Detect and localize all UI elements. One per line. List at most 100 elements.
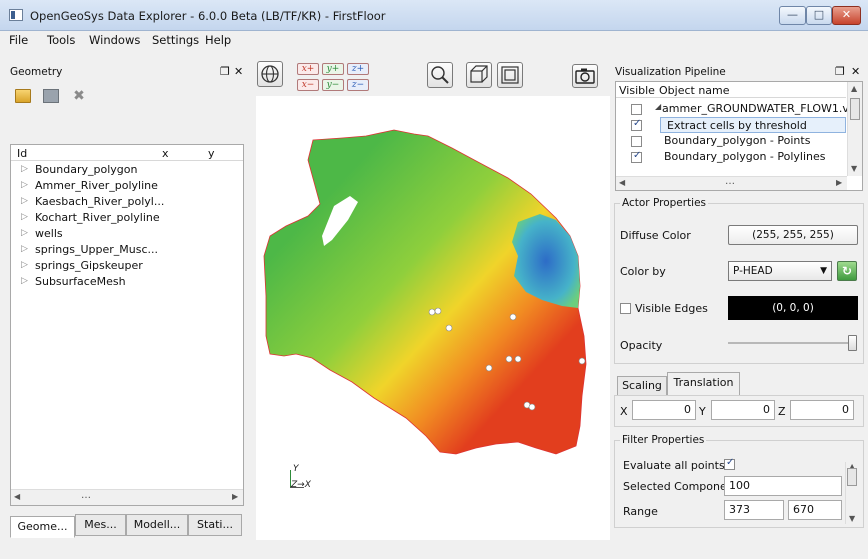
expand-arrow-icon[interactable]: ▷ xyxy=(21,180,28,190)
translate-y-field[interactable]: 0 xyxy=(711,400,775,420)
chevron-down-icon: ▼ xyxy=(820,266,827,276)
diffuse-color-button[interactable]: (255, 255, 255) xyxy=(728,225,858,245)
view-y-minus-button[interactable]: y− xyxy=(322,79,344,91)
menu-windows[interactable]: Windows xyxy=(89,33,140,47)
scroll-down-icon[interactable]: ▼ xyxy=(849,514,855,523)
horizontal-scrollbar[interactable]: ◀ … ▶ xyxy=(616,176,847,190)
app-icon xyxy=(9,9,23,21)
close-panel-icon[interactable]: ✕ xyxy=(851,65,860,78)
scroll-grip-icon[interactable]: … xyxy=(81,490,91,501)
tree-item[interactable]: ▷ Kochart_River_polyline xyxy=(11,210,243,226)
column-x[interactable]: x xyxy=(162,147,169,160)
expand-arrow-icon[interactable]: ▷ xyxy=(21,276,28,286)
expand-arrow-icon[interactable]: ▷ xyxy=(21,260,28,270)
column-y[interactable]: y xyxy=(208,147,215,160)
view-x-plus-button[interactable]: x+ xyxy=(297,63,319,75)
menu-file[interactable]: File xyxy=(9,33,28,47)
vertical-scrollbar[interactable]: ▲ ▼ xyxy=(847,82,862,176)
float-icon[interactable]: ❐ xyxy=(835,65,845,78)
view-x-minus-button[interactable]: x− xyxy=(297,79,319,91)
range-min-field[interactable]: 373 xyxy=(724,500,784,520)
menu-settings[interactable]: Settings xyxy=(152,33,199,47)
opacity-slider-track[interactable] xyxy=(728,342,852,344)
maximize-button[interactable]: □ xyxy=(806,6,832,25)
column-id[interactable]: Id xyxy=(17,147,27,160)
menu-tools[interactable]: Tools xyxy=(47,33,75,47)
scroll-right-icon[interactable]: ▶ xyxy=(836,178,842,187)
reset-zoom-button[interactable] xyxy=(427,62,453,88)
view-z-plus-button[interactable]: z+ xyxy=(347,63,369,75)
pipeline-tree[interactable]: Visible Object name ◢ ammer_GROUNDWATER_… xyxy=(615,81,863,191)
close-panel-icon[interactable]: ✕ xyxy=(234,65,243,78)
save-button[interactable] xyxy=(39,85,61,107)
scroll-left-icon[interactable]: ◀ xyxy=(619,178,625,187)
geometry-panel-title: Geometry xyxy=(10,66,63,78)
scroll-up-icon[interactable]: ▲ xyxy=(851,84,857,93)
expand-arrow-icon[interactable]: ▷ xyxy=(21,228,28,238)
tree-item[interactable]: ▷ Boundary_polygon xyxy=(11,162,243,178)
float-icon[interactable]: ❐ xyxy=(220,65,230,78)
frame-button[interactable] xyxy=(497,62,523,88)
visibility-checkbox[interactable] xyxy=(631,104,642,115)
horizontal-scrollbar[interactable]: ◀ … ▶ xyxy=(11,489,243,505)
minimize-button[interactable]: — xyxy=(779,6,806,25)
visibility-checkbox[interactable] xyxy=(631,118,642,131)
scroll-down-icon[interactable]: ▼ xyxy=(851,164,857,173)
scroll-thumb[interactable] xyxy=(847,468,857,486)
globe-button[interactable] xyxy=(257,61,283,87)
range-label: Range xyxy=(623,505,658,518)
open-file-button[interactable] xyxy=(11,85,33,107)
translate-z-field[interactable]: 0 xyxy=(790,400,854,420)
screenshot-button[interactable] xyxy=(572,64,598,88)
column-object-name[interactable]: Object name xyxy=(659,84,730,97)
tab-modelling[interactable]: Modell... xyxy=(126,514,188,536)
tab-meshes[interactable]: Mes... xyxy=(75,514,126,536)
collapse-arrow-icon[interactable]: ◢ xyxy=(655,102,661,111)
tree-item[interactable]: ▷ wells xyxy=(11,226,243,242)
refresh-color-button[interactable]: ↻ xyxy=(837,261,857,281)
scroll-left-icon[interactable]: ◀ xyxy=(14,492,20,501)
opacity-slider-handle[interactable] xyxy=(848,335,857,351)
visibility-checkbox[interactable] xyxy=(631,136,642,147)
view-y-plus-button[interactable]: y+ xyxy=(322,63,344,75)
tree-item[interactable]: ▷ SubsurfaceMesh xyxy=(11,274,243,290)
remove-button[interactable]: ✖ xyxy=(67,85,89,107)
expand-arrow-icon[interactable]: ▷ xyxy=(21,244,28,254)
filter-scrollbar[interactable]: ▲ ▼ xyxy=(845,462,859,524)
scroll-right-icon[interactable]: ▶ xyxy=(232,492,238,501)
selected-component-field[interactable]: 100 xyxy=(724,476,842,496)
column-visible[interactable]: Visible xyxy=(619,84,655,97)
pipeline-row[interactable]: ◢ ammer_GROUNDWATER_FLOW1.vtk xyxy=(616,101,860,117)
expand-arrow-icon[interactable]: ▷ xyxy=(21,196,28,206)
scroll-grip-icon[interactable]: … xyxy=(725,176,735,187)
tree-item[interactable]: ▷ springs_Upper_Musc... xyxy=(11,242,243,258)
visible-edges-checkbox[interactable] xyxy=(620,303,631,314)
scroll-thumb[interactable] xyxy=(850,98,860,120)
tab-geometry[interactable]: Geome... xyxy=(10,516,75,538)
geometry-tree[interactable]: Id x y ▷ Boundary_polygon ▷ Ammer_River_po… xyxy=(10,144,244,506)
view-z-minus-button[interactable]: z− xyxy=(347,79,369,91)
tab-translation[interactable]: Translation xyxy=(667,372,740,396)
visibility-checkbox[interactable] xyxy=(631,150,642,163)
menu-help[interactable]: Help xyxy=(205,33,231,47)
expand-arrow-icon[interactable]: ▷ xyxy=(21,164,28,174)
pipeline-row-selected[interactable]: Extract cells by threshold xyxy=(660,117,846,133)
3d-render-view[interactable]: Y Z→X xyxy=(256,96,610,540)
tree-item[interactable]: ▷ Kaesbach_River_polyl... xyxy=(11,194,243,210)
close-button[interactable]: ✕ xyxy=(832,6,861,25)
tab-stations[interactable]: Stati... xyxy=(188,514,242,536)
orthographic-button[interactable] xyxy=(466,62,492,88)
tree-item[interactable]: ▷ springs_Gipskeuper xyxy=(11,258,243,274)
expand-arrow-icon[interactable]: ▷ xyxy=(21,212,28,222)
edge-color-button[interactable]: (0, 0, 0) xyxy=(728,296,858,320)
color-by-select[interactable]: P-HEAD ▼ xyxy=(728,261,832,281)
range-max-field[interactable]: 670 xyxy=(788,500,842,520)
pipeline-row[interactable]: Boundary_polygon - Polylines xyxy=(616,149,846,165)
evaluate-all-points-checkbox[interactable] xyxy=(724,457,735,470)
tab-scaling[interactable]: Scaling xyxy=(617,376,667,396)
opacity-label: Opacity xyxy=(620,339,663,352)
translate-x-field[interactable]: 0 xyxy=(632,400,696,420)
floppy-icon xyxy=(43,89,59,103)
tree-item[interactable]: ▷ Ammer_River_polyline xyxy=(11,178,243,194)
pipeline-row[interactable]: Boundary_polygon - Points xyxy=(616,133,846,149)
